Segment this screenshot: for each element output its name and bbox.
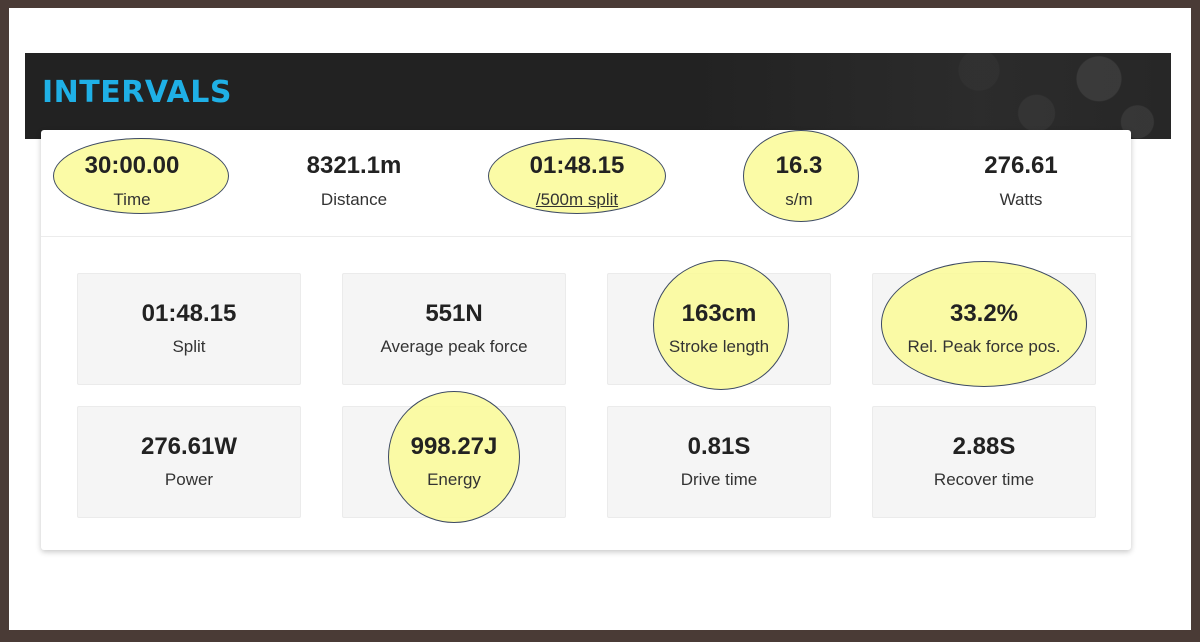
header-banner: INTERVALS [25, 53, 1171, 139]
summary-distance-label: Distance [320, 190, 388, 209]
banner-texture [691, 53, 1171, 139]
summary-stroke-rate: 16.3 s/m [699, 130, 899, 236]
tile-split: 01:48.15 Split [77, 273, 301, 385]
screenshot-frame: INTERVALS 30:00.00 Time 8321.1m Distance… [9, 8, 1191, 630]
summary-time-value: 30:00.00 [84, 152, 180, 179]
summary-stroke-rate-label: s/m [785, 190, 813, 209]
tile-average-peak-force: 551N Average peak force [342, 273, 566, 385]
tile-power-label: Power [164, 470, 214, 489]
tile-drive-time-value: 0.81S [687, 433, 751, 460]
tile-power: 276.61W Power [77, 406, 301, 518]
summary-watts-value: 276.61 [984, 152, 1058, 179]
tile-energy: 998.27J Energy [342, 391, 566, 523]
tile-drive-time: 0.81S Drive time [607, 406, 831, 518]
tile-drive-time-label: Drive time [680, 470, 758, 489]
summary-stroke-rate-value: 16.3 [775, 152, 823, 179]
tile-stroke-length: 163cm Stroke length [607, 260, 831, 390]
tile-recover-time-label: Recover time [933, 470, 1035, 489]
summary-time: 30:00.00 Time [32, 130, 232, 236]
tile-recover-time-value: 2.88S [952, 433, 1016, 460]
tile-rel-peak-force-pos-value: 33.2% [949, 300, 1019, 327]
tile-recover-time: 2.88S Recover time [872, 406, 1096, 518]
intervals-card: 30:00.00 Time 8321.1m Distance 01:48.15 … [41, 130, 1131, 550]
tile-rel-peak-force-pos: 33.2% Rel. Peak force pos. [872, 261, 1096, 387]
tile-stroke-length-value: 163cm [681, 300, 757, 327]
tile-split-label: Split [172, 337, 206, 356]
tile-energy-label: Energy [427, 470, 481, 489]
page-title: INTERVALS [42, 75, 232, 110]
tile-power-value: 276.61W [140, 433, 238, 460]
summary-split-label: /500m split [535, 190, 619, 209]
tile-average-peak-force-label: Average peak force [380, 337, 528, 356]
summary-distance-value: 8321.1m [306, 152, 402, 179]
tile-split-value: 01:48.15 [141, 300, 237, 327]
tile-average-peak-force-value: 551N [425, 300, 483, 327]
tile-stroke-length-label: Stroke length [668, 337, 770, 356]
tile-rel-peak-force-pos-label: Rel. Peak force pos. [907, 337, 1061, 356]
summary-split: 01:48.15 /500m split [477, 130, 677, 236]
summary-watts: 276.61 Watts [921, 130, 1121, 236]
summary-split-value: 01:48.15 [529, 152, 625, 179]
summary-row: 30:00.00 Time 8321.1m Distance 01:48.15 … [41, 130, 1131, 237]
tile-energy-value: 998.27J [410, 433, 498, 460]
summary-time-label: Time [113, 190, 151, 209]
summary-watts-label: Watts [999, 190, 1043, 209]
summary-distance: 8321.1m Distance [254, 130, 454, 236]
